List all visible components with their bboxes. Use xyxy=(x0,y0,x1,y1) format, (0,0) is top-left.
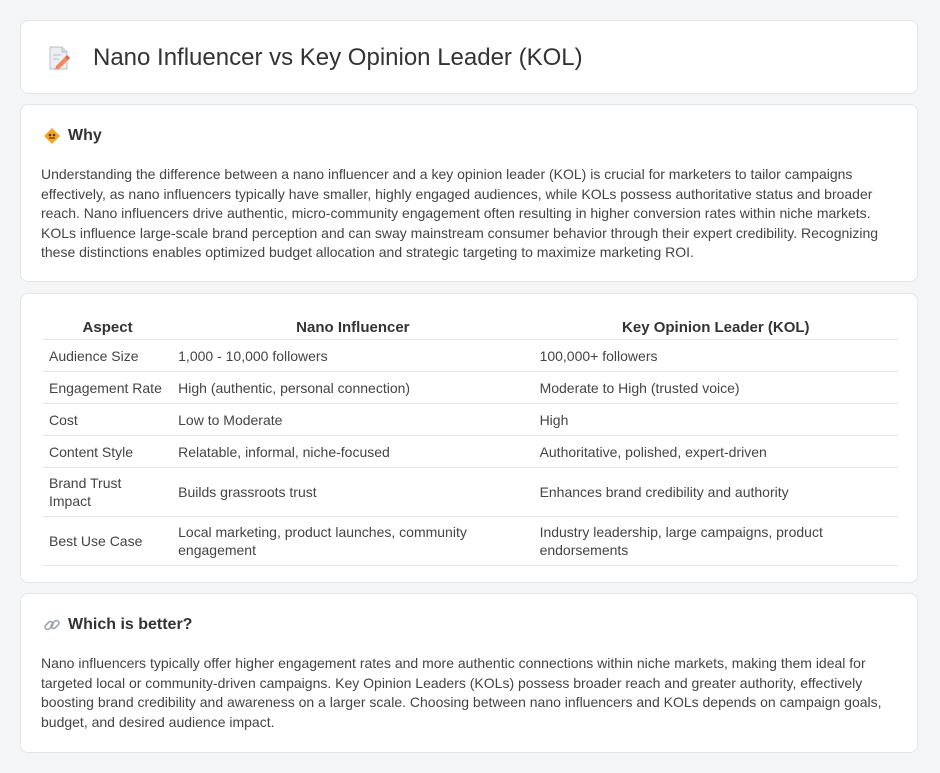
title-row: Nano Influencer vs Key Opinion Leader (K… xyxy=(47,43,583,73)
row-aspect: Audience Size xyxy=(43,340,173,372)
row-nano-value: High (authentic, personal connection) xyxy=(172,372,534,404)
row-nano-value: 1,000 - 10,000 followers xyxy=(172,340,534,372)
why-header: Why xyxy=(43,127,102,145)
diamond-sign-icon xyxy=(44,128,60,144)
row-nano-value: Relatable, informal, niche-focused xyxy=(172,436,534,468)
better-text: Nano influencers typically offer higher … xyxy=(41,655,882,730)
row-aspect: Cost xyxy=(43,404,173,436)
which-better-section: Which is better? Nano influencers typica… xyxy=(20,593,918,753)
chain-link-icon xyxy=(44,619,60,631)
row-nano-value: Builds grassroots trust xyxy=(172,468,534,517)
title-card: Nano Influencer vs Key Opinion Leader (K… xyxy=(20,20,918,94)
why-heading: Why xyxy=(68,127,102,144)
why-section: Why Understanding the difference between… xyxy=(20,104,918,282)
row-aspect: Brand Trust Impact xyxy=(43,468,173,517)
row-kol-value: High xyxy=(533,404,898,436)
header-aspect: Aspect xyxy=(43,315,173,340)
row-nano-value: Low to Moderate xyxy=(172,404,534,436)
row-kol-value: Moderate to High (trusted voice) xyxy=(533,372,898,404)
better-heading: Which is better? xyxy=(68,616,193,633)
table-row: Best Use Case Local marketing, product l… xyxy=(43,517,898,566)
table-header-row: Aspect Nano Influencer Key Opinion Leade… xyxy=(43,315,898,340)
row-kol-value: Enhances brand credibility and authority xyxy=(533,468,898,517)
row-aspect: Best Use Case xyxy=(43,517,173,566)
row-kol-value: Industry leadership, large campaigns, pr… xyxy=(533,517,898,566)
table-row: Brand Trust Impact Builds grassroots tru… xyxy=(43,468,898,517)
row-aspect: Content Style xyxy=(43,436,173,468)
table-row: Audience Size 1,000 - 10,000 followers 1… xyxy=(43,340,898,372)
comparison-card: Aspect Nano Influencer Key Opinion Leade… xyxy=(20,293,918,583)
better-header: Which is better? xyxy=(43,616,192,634)
why-text: Understanding the difference between a n… xyxy=(41,166,879,261)
document-edit-icon xyxy=(49,46,70,70)
table-row: Cost Low to Moderate High xyxy=(43,404,898,436)
header-kol: Key Opinion Leader (KOL) xyxy=(533,315,898,340)
table-row: Content Style Relatable, informal, niche… xyxy=(43,436,898,468)
page-title: Nano Influencer vs Key Opinion Leader (K… xyxy=(93,44,583,71)
header-nano-influencer: Nano Influencer xyxy=(172,315,534,340)
row-kol-value: Authoritative, polished, expert-driven xyxy=(533,436,898,468)
comparison-table: Aspect Nano Influencer Key Opinion Leade… xyxy=(43,315,898,566)
row-kol-value: 100,000+ followers xyxy=(533,340,898,372)
row-nano-value: Local marketing, product launches, commu… xyxy=(172,517,534,566)
table-row: Engagement Rate High (authentic, persona… xyxy=(43,372,898,404)
row-aspect: Engagement Rate xyxy=(43,372,173,404)
